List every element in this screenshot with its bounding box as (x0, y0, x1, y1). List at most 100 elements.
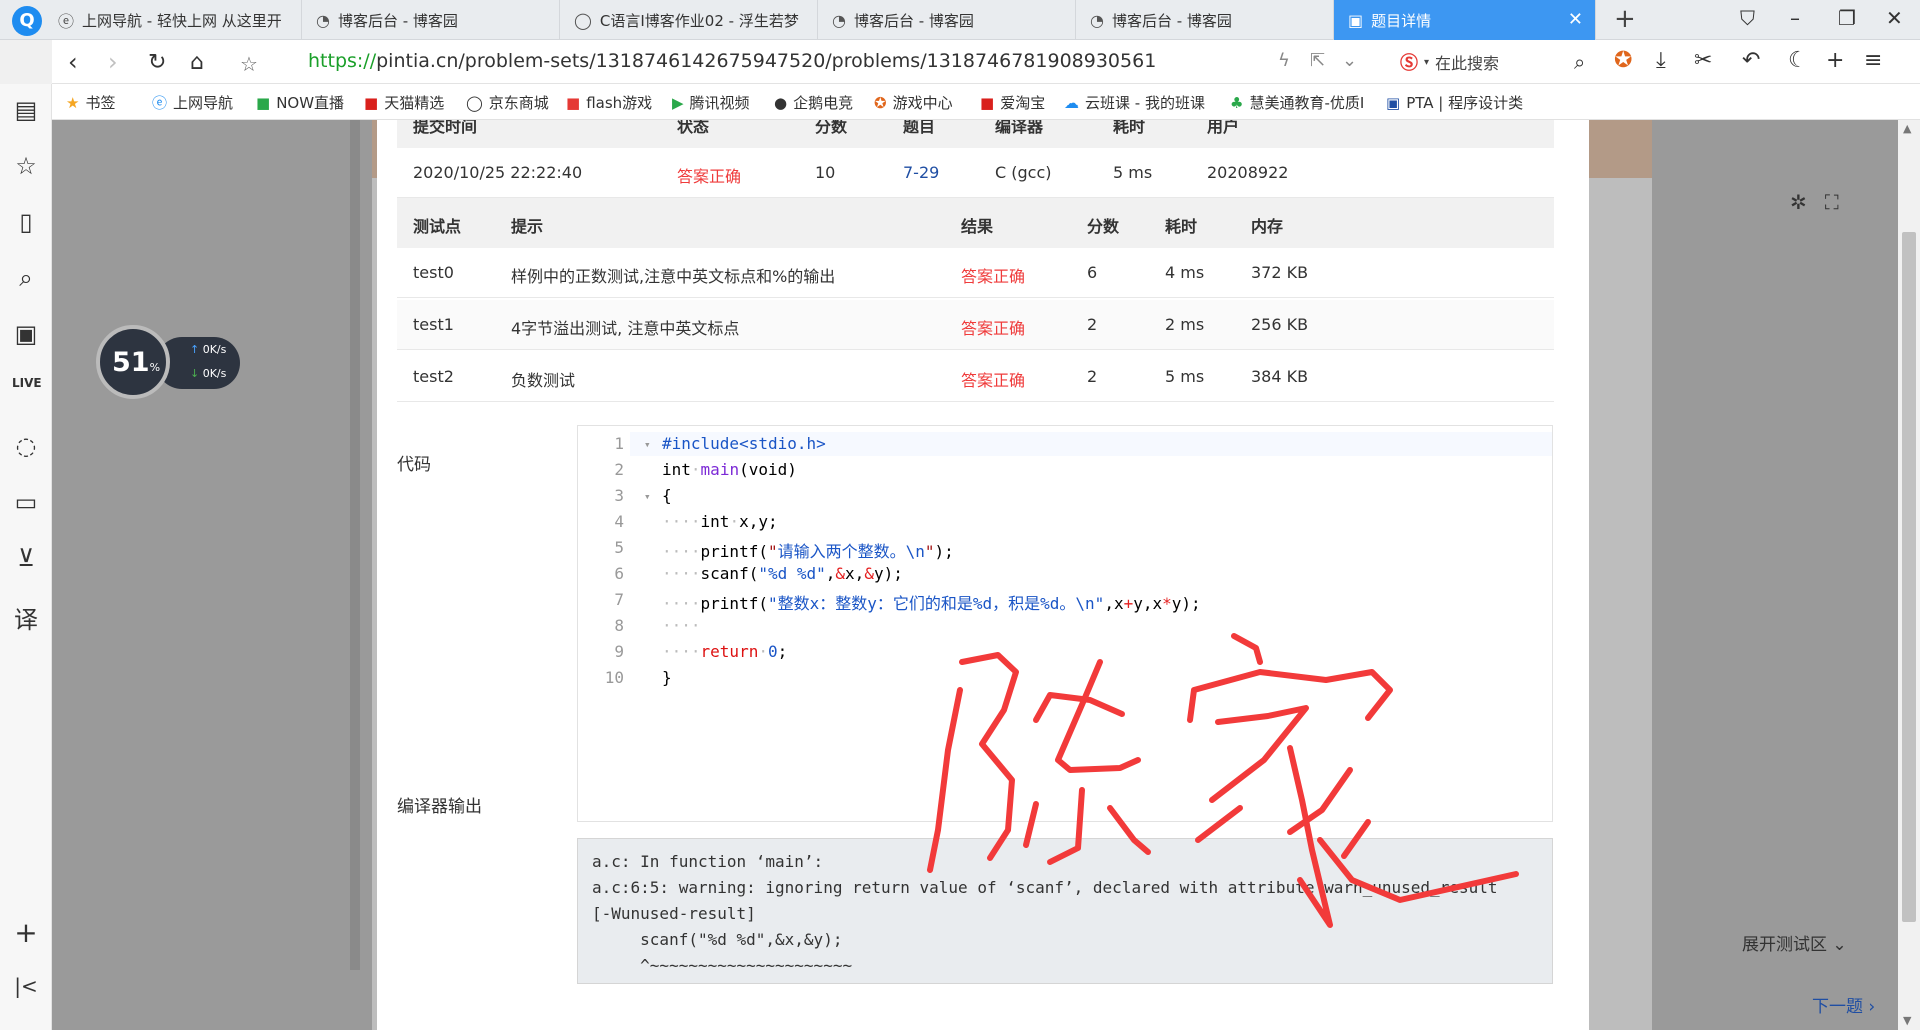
tab-blog-3[interactable]: ◔ 博客后台 - 博客园 (1076, 0, 1334, 40)
address-toolbar: ‹ › ↻ ⌂ ☆ https://pintia.cn/problem-sets… (52, 40, 1920, 84)
line-number: 5 (614, 538, 624, 557)
scroll-up-icon[interactable]: ▲ (1903, 122, 1911, 135)
search-box[interactable]: Ⓢ ▾ 在此搜索 (1400, 48, 1640, 76)
tab-blog-1[interactable]: ◔ 博客后台 - 博客园 (302, 0, 560, 40)
search-icon[interactable]: ⌕ (12, 264, 40, 292)
menu-icon[interactable]: ≡ (1864, 48, 1882, 73)
add-icon[interactable]: + (12, 916, 40, 949)
plus-icon[interactable]: + (1826, 48, 1844, 73)
e-icon: ⓔ (152, 94, 168, 112)
expand-test-area-button[interactable]: 展开测试区 ⌄ (1742, 930, 1847, 955)
chevron-down-icon[interactable]: ⌄ (1342, 50, 1357, 71)
close-tab-icon[interactable]: ✕ (1568, 9, 1583, 30)
tab-homework[interactable]: ◯ C语言I博客作业02 - 浮生若梦 (560, 0, 818, 40)
news-icon[interactable]: ▤ (12, 96, 40, 124)
next-problem-link[interactable]: 下一题 › (1812, 992, 1875, 1017)
forward-icon[interactable]: › (108, 48, 118, 76)
code-line: { (662, 486, 672, 505)
scrollbar-thumb[interactable] (1902, 232, 1916, 922)
bookmark-item[interactable]: ▣ PTA | 程序设计类 (1386, 92, 1523, 113)
download-icon[interactable]: ⤓ (1656, 48, 1666, 73)
header-cell: 测试点 (413, 217, 462, 236)
code-editor[interactable]: 1 2 3 4 5 6 7 8 9 10 ▾ ▾ #include<stdio.… (577, 425, 1553, 822)
minimize-icon[interactable]: – (1790, 6, 1800, 30)
problem-link[interactable]: 7-29 (903, 163, 939, 182)
page-scrollbar[interactable]: ▲ ▼ (1898, 120, 1920, 1030)
live-icon[interactable]: LIVE (12, 376, 42, 390)
test-score: 2 (1087, 367, 1098, 386)
back-icon[interactable]: ‹ (68, 48, 78, 76)
bookmark-item[interactable]: ■ flash游戏 (566, 92, 652, 113)
cnblogs-icon: ◔ (1090, 10, 1104, 30)
new-tab-icon[interactable]: + (1614, 4, 1636, 34)
undo-icon[interactable]: ↶ (1742, 48, 1760, 73)
test-case: test0 (413, 263, 454, 282)
briefcase-icon[interactable]: ▭ (12, 488, 40, 516)
shirt-icon[interactable]: ⛉ (1740, 6, 1755, 30)
code-line: #include<stdio.h> (662, 434, 826, 453)
code-line: ····int·x,y; (662, 512, 778, 531)
bookmark-item[interactable]: ■ NOW直播 (256, 92, 344, 113)
backdrop-tools: ✲⛶ (1790, 190, 1857, 214)
tests-header-row: 测试点 提示 结果 分数 耗时 内存 (397, 198, 1554, 248)
code-line: int·main(void) (662, 460, 797, 479)
header-cell: 状态 (677, 120, 710, 136)
collapse-icon[interactable]: |< (12, 974, 40, 998)
bookmark-item[interactable]: ■ 爱淘宝 (980, 92, 1045, 113)
header-cell: 提交时间 (413, 120, 478, 136)
bookmark-item[interactable]: ▶ 腾讯视频 (672, 92, 750, 113)
globe-icon: ◯ (466, 93, 483, 112)
game-icon[interactable]: ✪ (1614, 48, 1632, 73)
home-icon[interactable]: ⌂ (190, 50, 204, 75)
test-result: 答案正确 (961, 319, 1026, 338)
network-speed-widget[interactable]: ↑ 0K/s ↓ 0K/s 51% (96, 325, 246, 399)
bookmark-item[interactable]: ♣ 慧美通教育-优质I (1230, 92, 1364, 113)
restore-icon[interactable]: ❐ (1838, 6, 1856, 30)
tab-blog-2[interactable]: ◔ 博客后台 - 博客园 (818, 0, 1076, 40)
tab-nav[interactable]: ⓔ 上网导航 - 轻快上网 从这里开 (44, 0, 302, 40)
compiler-output-box[interactable]: a.c: In function ‘main’: a.c:6:5: warnin… (577, 838, 1553, 984)
line-number: 8 (614, 616, 624, 635)
fullscreen-icon[interactable]: ⛶ (1825, 190, 1857, 214)
bookmark-item[interactable]: ◯ 京东商城 (466, 92, 549, 113)
reload-icon[interactable]: ↻ (148, 50, 166, 75)
bookmark-item[interactable]: ■ 天猫精选 (364, 92, 444, 113)
star-icon: ★ (66, 93, 80, 112)
bookmark-item[interactable]: ✪ 游戏中心 (874, 92, 953, 113)
line-number: 7 (614, 590, 624, 609)
favorites-icon[interactable]: ☆ (12, 152, 40, 180)
share-icon[interactable]: ⇱ (1310, 50, 1325, 71)
header-cell: 分数 (1087, 217, 1120, 236)
fold-arrow-icon[interactable]: ▾ (644, 490, 651, 503)
code-line: ····return·0; (662, 642, 788, 661)
star-icon[interactable]: ☆ (240, 52, 258, 76)
bookmark-item[interactable]: ● 企鹅电竞 (774, 92, 853, 113)
scissors-icon[interactable]: ✂ (1694, 48, 1712, 73)
translate-icon[interactable]: 译 (12, 600, 40, 635)
code-line: ····printf("请输入两个整数。\n"); (662, 542, 954, 561)
close-window-icon[interactable]: ✕ (1886, 6, 1903, 30)
bug-icon[interactable]: ✲ (1790, 190, 1825, 214)
test-case: test2 (413, 367, 454, 386)
chat-icon[interactable]: ◌ (12, 432, 40, 460)
video-icon[interactable]: ▣ (12, 320, 40, 348)
table-row: test2 负数测试 答案正确 2 5 ms 384 KB (397, 352, 1554, 402)
url-bar[interactable]: https://pintia.cn/problem-sets/131874614… (308, 50, 1156, 72)
bookmark-item[interactable]: ⓔ 上网导航 (152, 92, 233, 113)
test-time: 5 ms (1165, 367, 1205, 386)
browser-logo-icon[interactable]: Q (12, 6, 42, 36)
scroll-down-icon[interactable]: ▼ (1903, 1014, 1911, 1027)
bookmark-item[interactable]: ☁ 云班课 - 我的班课 (1064, 92, 1205, 113)
bookmark-item[interactable]: ★ 书签 (66, 92, 115, 113)
bookmark-bar: ★ 书签 ⓔ 上网导航 ■ NOW直播 ■ 天猫精选 ◯ 京东商城 ■ flash游戏 ▶ 腾… (52, 84, 1920, 120)
cart-icon[interactable]: ⊻ (12, 544, 40, 572)
tab-problem-detail[interactable]: ▣ 题目详情 ✕ (1334, 0, 1596, 40)
pta-icon: ▣ (1386, 93, 1401, 112)
fold-arrow-icon[interactable]: ▾ (644, 438, 651, 451)
book-icon[interactable]: ▯ (12, 208, 40, 236)
time-used: 5 ms (1113, 163, 1153, 182)
search-icon[interactable]: ⌕ (1574, 50, 1585, 74)
table-row: test1 4字节溢出测试, 注意中英文标点 答案正确 2 2 ms 256 K… (397, 300, 1554, 350)
lightning-icon[interactable]: ϟ (1278, 50, 1290, 71)
moon-icon[interactable]: ☾ (1788, 48, 1808, 73)
